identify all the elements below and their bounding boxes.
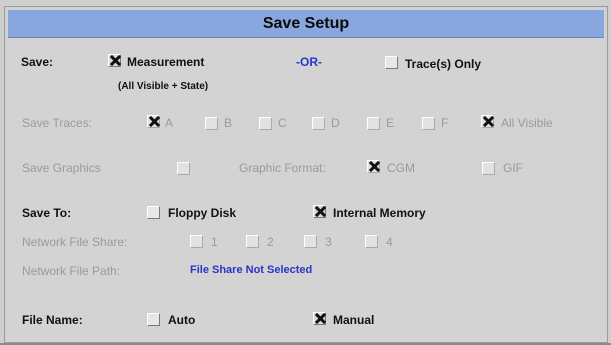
trace-f-checkbox[interactable] — [422, 117, 435, 130]
network-path-value: File Share Not Selected — [190, 264, 313, 276]
share-3-checkbox[interactable] — [304, 235, 317, 248]
measurement-note: (All Visible + State) — [118, 81, 209, 92]
graphic-format-label: Graphic Format: — [239, 161, 326, 175]
all-visible-label: All Visible — [501, 116, 553, 130]
gif-checkbox[interactable] — [482, 162, 495, 175]
trace-e-label: E — [386, 116, 395, 130]
or-separator: -OR- — [296, 55, 322, 69]
save-setup-window: Save Setup Save: Measurement (All Visibl… — [0, 0, 611, 345]
trace-d-label: D — [331, 116, 340, 130]
all-visible-checkbox[interactable] — [481, 115, 494, 128]
trace-a-checkbox[interactable] — [147, 115, 160, 128]
internal-memory-label: Internal Memory — [333, 206, 426, 220]
measurement-label: Measurement — [127, 55, 205, 69]
internal-memory-checkbox[interactable] — [313, 205, 326, 218]
cgm-checkbox[interactable] — [367, 160, 380, 173]
trace-d-checkbox[interactable] — [312, 117, 325, 130]
trace-b-label: B — [224, 116, 233, 130]
trace-c-checkbox[interactable] — [259, 117, 272, 130]
trace-a-label: A — [165, 116, 174, 130]
network-share-label: Network File Share: — [22, 235, 128, 249]
cgm-label: CGM — [387, 161, 415, 175]
share-1-checkbox[interactable] — [190, 235, 203, 248]
save-traces-label: Save Traces: — [22, 116, 93, 130]
share-3-label: 3 — [325, 235, 332, 249]
share-4-checkbox[interactable] — [365, 235, 378, 248]
share-1-label: 1 — [211, 235, 218, 249]
floppy-disk-checkbox[interactable] — [147, 206, 160, 219]
measurement-checkbox[interactable] — [108, 54, 121, 67]
network-path-label: Network File Path: — [22, 264, 121, 278]
manual-label: Manual — [333, 313, 375, 327]
floppy-disk-label: Floppy Disk — [168, 206, 237, 220]
traces-only-checkbox[interactable] — [385, 56, 398, 69]
save-to-label: Save To: — [22, 206, 72, 220]
save-graphics-label: Save Graphics — [22, 161, 101, 175]
traces-only-label: Trace(s) Only — [405, 57, 482, 71]
share-2-label: 2 — [267, 235, 274, 249]
auto-checkbox[interactable] — [147, 313, 160, 326]
share-2-checkbox[interactable] — [246, 235, 259, 248]
save-graphics-checkbox[interactable] — [177, 162, 190, 175]
share-4-label: 4 — [386, 235, 393, 249]
trace-c-label: C — [278, 116, 287, 130]
trace-b-checkbox[interactable] — [205, 117, 218, 130]
file-name-label: File Name: — [22, 313, 83, 327]
dialog-title: Save Setup — [8, 10, 604, 38]
gif-label: GIF — [503, 161, 523, 175]
manual-checkbox[interactable] — [313, 312, 326, 325]
auto-label: Auto — [168, 313, 196, 327]
trace-e-checkbox[interactable] — [367, 117, 380, 130]
trace-f-label: F — [441, 116, 449, 130]
save-label: Save: — [21, 55, 54, 69]
